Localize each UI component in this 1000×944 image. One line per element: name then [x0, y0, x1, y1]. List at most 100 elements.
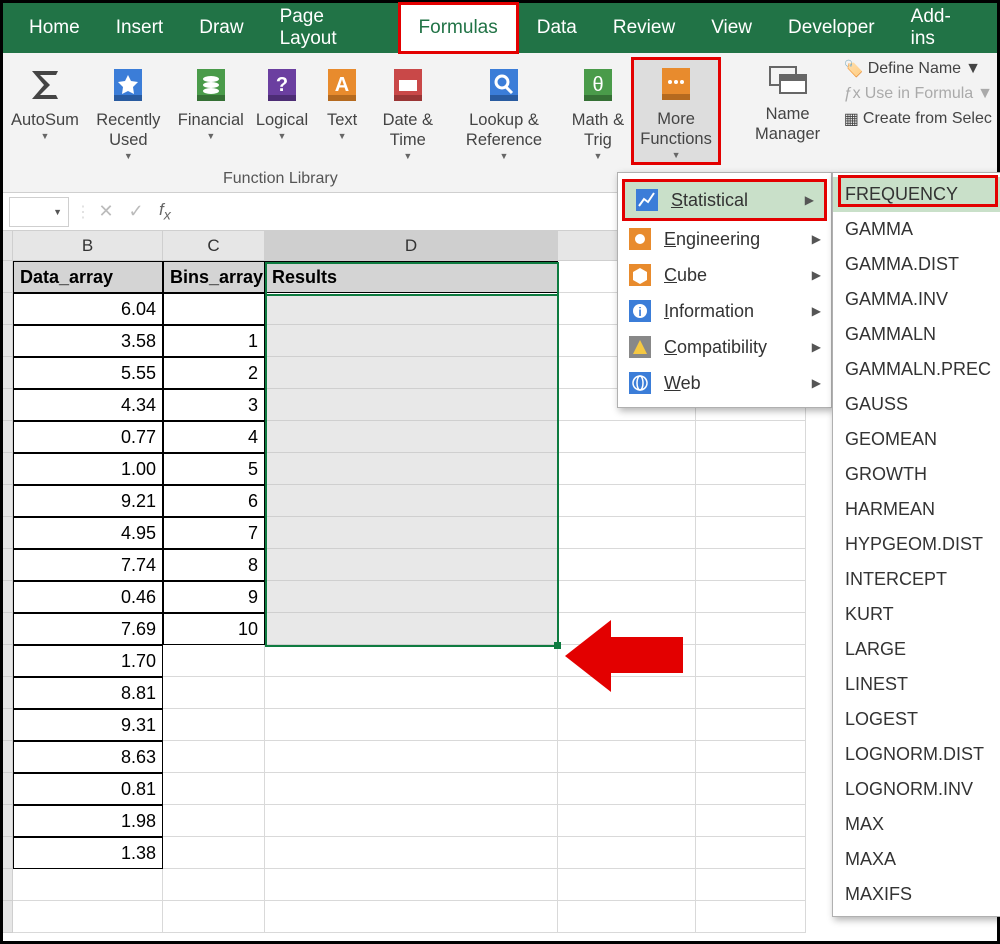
- name-box[interactable]: ▼: [9, 197, 69, 227]
- lookup-reference-button[interactable]: Lookup & Reference▼: [446, 59, 563, 163]
- stat-fn-gammaln[interactable]: GAMMALN: [833, 317, 1000, 352]
- cell-data[interactable]: 6.04: [13, 293, 163, 325]
- date-time-button[interactable]: Date & Time▼: [370, 59, 445, 163]
- use-in-formula-button[interactable]: ƒxUse in Formula▼: [844, 85, 993, 103]
- stat-fn-harmean[interactable]: HARMEAN: [833, 492, 1000, 527]
- cell-results[interactable]: [265, 485, 558, 517]
- cell-results[interactable]: [265, 357, 558, 389]
- math-trig-button[interactable]: θ Math & Trig▼: [563, 59, 634, 163]
- cell-results[interactable]: [265, 453, 558, 485]
- cell-data[interactable]: 9.21: [13, 485, 163, 517]
- cell-data[interactable]: 1.70: [13, 645, 163, 677]
- cell-results[interactable]: [265, 325, 558, 357]
- tab-review[interactable]: Review: [595, 5, 693, 51]
- menu-engineering[interactable]: Engineering▶: [618, 221, 831, 257]
- header-data-array[interactable]: Data_array: [13, 261, 163, 293]
- cell-results[interactable]: [265, 677, 558, 709]
- tab-draw[interactable]: Draw: [181, 5, 261, 51]
- stat-fn-hypgeom-dist[interactable]: HYPGEOM.DIST: [833, 527, 1000, 562]
- cell-results[interactable]: [265, 613, 558, 645]
- header-results[interactable]: Results: [265, 261, 558, 293]
- cell-bins[interactable]: 3: [163, 389, 265, 421]
- cell-data[interactable]: 1.38: [13, 837, 163, 869]
- col-header-b[interactable]: B: [13, 231, 163, 260]
- stat-fn-maxa[interactable]: MAXA: [833, 842, 1000, 877]
- cell-results[interactable]: [265, 645, 558, 677]
- more-functions-button[interactable]: More Functions▼: [631, 57, 720, 165]
- cell-data[interactable]: 7.69: [13, 613, 163, 645]
- cell-data[interactable]: 0.81: [13, 773, 163, 805]
- stat-fn-maxifs[interactable]: MAXIFS: [833, 877, 1000, 912]
- cell-results[interactable]: [265, 805, 558, 837]
- stat-fn-gamma-dist[interactable]: GAMMA.DIST: [833, 247, 1000, 282]
- tab-data[interactable]: Data: [519, 5, 595, 51]
- stat-fn-geomean[interactable]: GEOMEAN: [833, 422, 1000, 457]
- tab-insert[interactable]: Insert: [98, 5, 182, 51]
- cell-results[interactable]: [265, 293, 558, 325]
- stat-fn-gamma[interactable]: GAMMA: [833, 212, 1000, 247]
- cell-data[interactable]: 4.34: [13, 389, 163, 421]
- cell-results[interactable]: [265, 549, 558, 581]
- cell-results[interactable]: [265, 741, 558, 773]
- stat-fn-intercept[interactable]: INTERCEPT: [833, 562, 1000, 597]
- stat-fn-logest[interactable]: LOGEST: [833, 702, 1000, 737]
- logical-button[interactable]: ? Logical▼: [250, 59, 314, 163]
- header-bins-array[interactable]: Bins_array: [163, 261, 265, 293]
- cell-bins[interactable]: 6: [163, 485, 265, 517]
- cell-results[interactable]: [265, 389, 558, 421]
- tab-home[interactable]: Home: [11, 5, 98, 51]
- cell-bins[interactable]: 4: [163, 421, 265, 453]
- cell-data[interactable]: 1.00: [13, 453, 163, 485]
- cell-data[interactable]: [13, 901, 163, 933]
- stat-fn-growth[interactable]: GROWTH: [833, 457, 1000, 492]
- cell-data[interactable]: 7.74: [13, 549, 163, 581]
- cell-results[interactable]: [265, 517, 558, 549]
- enter-icon[interactable]: ✓: [121, 201, 151, 222]
- cell-bins[interactable]: 2: [163, 357, 265, 389]
- cell-data[interactable]: 1.98: [13, 805, 163, 837]
- cell-bins[interactable]: 5: [163, 453, 265, 485]
- cell-data[interactable]: 8.63: [13, 741, 163, 773]
- tab-developer[interactable]: Developer: [770, 5, 893, 51]
- autosum-button[interactable]: AutoSum▼: [5, 59, 85, 163]
- cell-results[interactable]: [265, 869, 558, 901]
- cell-data[interactable]: 4.95: [13, 517, 163, 549]
- col-header-c[interactable]: C: [163, 231, 265, 260]
- cell-bins[interactable]: 9: [163, 581, 265, 613]
- stat-fn-frequency[interactable]: FREQUENCY: [833, 177, 1000, 212]
- menu-compatibility[interactable]: Compatibility▶: [618, 329, 831, 365]
- tab-view[interactable]: View: [693, 5, 770, 51]
- cell-results[interactable]: [265, 709, 558, 741]
- cell-bins[interactable]: 7: [163, 517, 265, 549]
- recently-used-button[interactable]: Recently Used▼: [85, 59, 172, 163]
- cell-results[interactable]: [265, 581, 558, 613]
- stat-fn-large[interactable]: LARGE: [833, 632, 1000, 667]
- cell-bins[interactable]: [163, 677, 265, 709]
- cell-data[interactable]: 3.58: [13, 325, 163, 357]
- cell-data[interactable]: 0.46: [13, 581, 163, 613]
- stat-fn-max[interactable]: MAX: [833, 807, 1000, 842]
- stat-fn-lognorm-inv[interactable]: LOGNORM.INV: [833, 772, 1000, 807]
- financial-button[interactable]: Financial▼: [172, 59, 250, 163]
- stat-fn-linest[interactable]: LINEST: [833, 667, 1000, 702]
- fx-label[interactable]: fx: [151, 200, 179, 223]
- stat-fn-lognorm-dist[interactable]: LOGNORM.DIST: [833, 737, 1000, 772]
- stat-fn-gammaln-prec[interactable]: GAMMALN.PREC: [833, 352, 1000, 387]
- define-name-button[interactable]: 🏷️Define Name ▼: [844, 59, 993, 79]
- cell-bins[interactable]: [163, 773, 265, 805]
- stat-fn-kurt[interactable]: KURT: [833, 597, 1000, 632]
- cancel-icon[interactable]: ✕: [91, 201, 121, 222]
- cell-bins[interactable]: [163, 837, 265, 869]
- cell-bins[interactable]: 8: [163, 549, 265, 581]
- cell-data[interactable]: 8.81: [13, 677, 163, 709]
- menu-statistical[interactable]: Statistical▶: [622, 179, 827, 221]
- tab-formulas[interactable]: Formulas: [398, 2, 519, 54]
- cell-bins[interactable]: [163, 901, 265, 933]
- create-from-selection-button[interactable]: ▦Create from Selec: [844, 109, 993, 129]
- cell-results[interactable]: [265, 901, 558, 933]
- cell-bins[interactable]: [163, 293, 265, 325]
- cell-bins[interactable]: [163, 709, 265, 741]
- cell-results[interactable]: [265, 837, 558, 869]
- cell-data[interactable]: 9.31: [13, 709, 163, 741]
- cell-results[interactable]: [265, 773, 558, 805]
